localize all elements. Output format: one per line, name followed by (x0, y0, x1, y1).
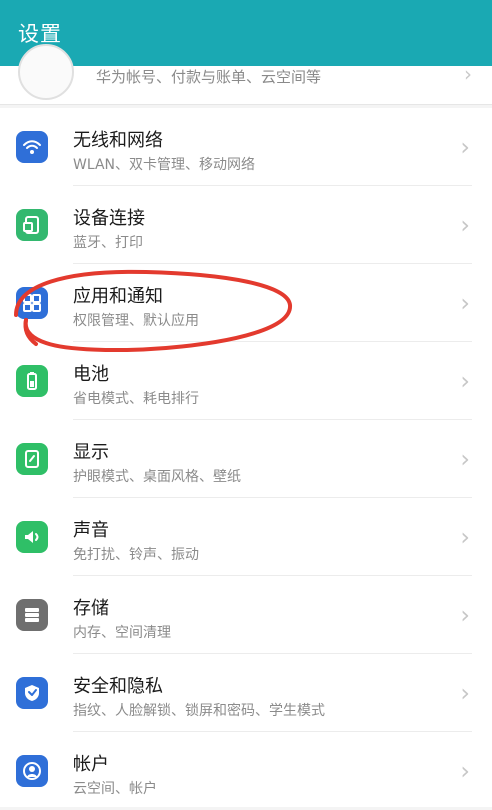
display-icon (25, 450, 39, 468)
chevron-right-icon: › (464, 62, 472, 86)
settings-item-security-privacy[interactable]: 安全和隐私 指纹、人脸解锁、锁屏和密码、学生模式 › (0, 654, 492, 732)
app-header: 设置 (0, 0, 492, 66)
settings-item-title: 显示 (73, 442, 109, 463)
settings-item-subtitle: 省电模式、耗电排行 (73, 391, 199, 407)
settings-item-subtitle: 云空间、帐户 (73, 781, 157, 797)
settings-item-wireless-network[interactable]: 无线和网络 WLAN、双卡管理、移动网络 › (0, 108, 492, 186)
settings-item-display[interactable]: 显示 护眼模式、桌面风格、壁纸 › (0, 420, 492, 498)
chevron-right-icon: › (460, 289, 470, 317)
speaker-icon (25, 531, 39, 543)
device-connect-icon (16, 209, 48, 241)
settings-item-title: 设备连接 (73, 208, 145, 229)
settings-item-title: 声音 (73, 520, 109, 541)
speaker-icon (16, 521, 48, 553)
device-connect-icon (23, 216, 39, 234)
settings-item-device-connection[interactable]: 设备连接 蓝牙、打印 › (0, 186, 492, 264)
settings-item-subtitle: 免打扰、铃声、振动 (73, 547, 199, 563)
apps-grid-icon (16, 287, 48, 319)
settings-list: 无线和网络 WLAN、双卡管理、移动网络 › 设备连接 蓝牙、打印 › 应用和通… (0, 108, 492, 807)
settings-item-title: 存储 (73, 598, 109, 619)
battery-icon (16, 365, 48, 397)
settings-item-battery[interactable]: 电池 省电模式、耗电排行 › (0, 342, 492, 420)
wifi-icon (23, 140, 41, 154)
settings-item-title: 安全和隐私 (73, 676, 163, 697)
settings-item-title: 无线和网络 (73, 130, 163, 151)
settings-item-subtitle: 指纹、人脸解锁、锁屏和密码、学生模式 (73, 703, 325, 719)
chevron-right-icon: › (460, 367, 470, 395)
account-icon (23, 762, 41, 780)
chevron-right-icon: › (460, 445, 470, 473)
settings-item-title: 应用和通知 (73, 286, 163, 307)
chevron-right-icon: › (460, 211, 470, 239)
settings-item-apps-notifications[interactable]: 应用和通知 权限管理、默认应用 › (0, 264, 492, 342)
settings-item-storage[interactable]: 存储 内存、空间清理 › (0, 576, 492, 654)
chevron-right-icon: › (460, 679, 470, 707)
shield-icon (25, 685, 39, 701)
chevron-right-icon: › (460, 757, 470, 785)
account-subtitle: 华为帐号、付款与账单、云空间等 (96, 68, 322, 86)
settings-item-title: 帐户 (73, 754, 109, 775)
chevron-right-icon: › (460, 601, 470, 629)
account-row[interactable]: 华为帐号、付款与账单、云空间等 › (0, 44, 492, 105)
settings-item-subtitle: 护眼模式、桌面风格、壁纸 (73, 469, 241, 485)
settings-item-subtitle: 权限管理、默认应用 (73, 313, 199, 329)
avatar (18, 44, 74, 100)
chevron-right-icon: › (460, 133, 470, 161)
storage-icon (25, 608, 39, 622)
storage-icon (16, 599, 48, 631)
settings-item-accounts[interactable]: 帐户 云空间、帐户 › (0, 732, 492, 810)
chevron-right-icon: › (460, 523, 470, 551)
settings-item-subtitle: 蓝牙、打印 (73, 235, 143, 251)
settings-item-subtitle: 内存、空间清理 (73, 625, 171, 641)
settings-item-title: 电池 (73, 364, 109, 385)
shield-icon (16, 677, 48, 709)
settings-item-subtitle: WLAN、双卡管理、移动网络 (73, 157, 256, 173)
wifi-icon (16, 131, 48, 163)
apps-grid-icon (23, 294, 41, 312)
display-icon (16, 443, 48, 475)
settings-item-sound[interactable]: 声音 免打扰、铃声、振动 › (0, 498, 492, 576)
account-icon (16, 755, 48, 787)
battery-icon (27, 372, 37, 390)
